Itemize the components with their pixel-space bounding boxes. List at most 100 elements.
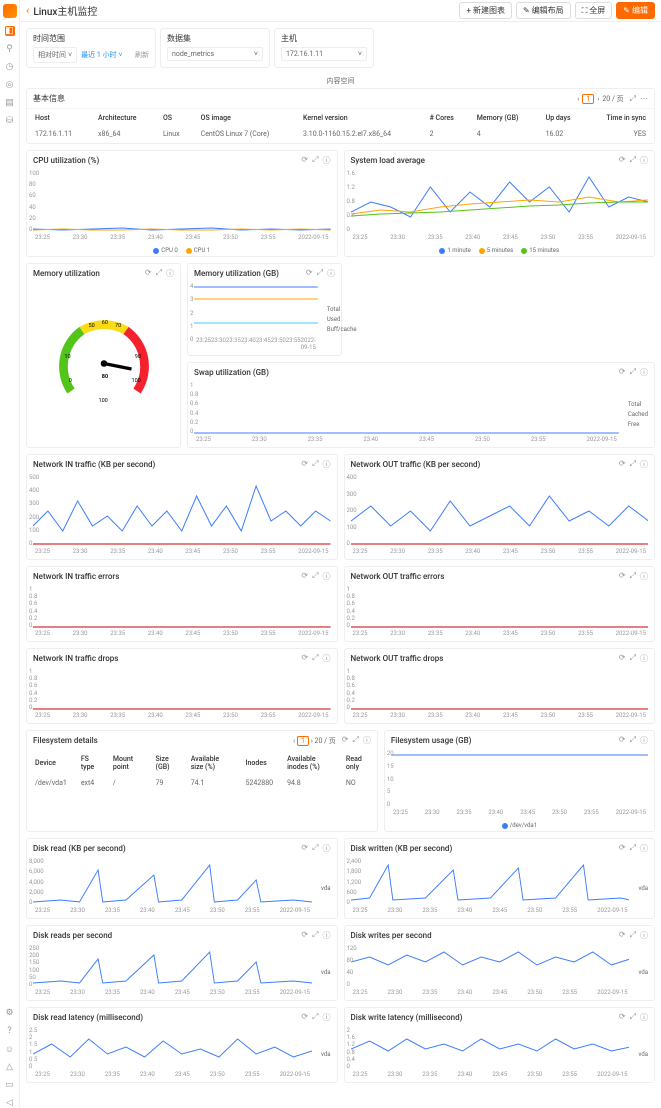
edit-label: 编辑	[632, 5, 648, 16]
panel-fs-usage: Filesystem usage (GB)⟳⤢ⓘ 2015105023:2523…	[384, 730, 655, 832]
refresh-icon[interactable]: ⟳	[619, 1012, 626, 1023]
nav-bell-icon[interactable]: △	[5, 1062, 15, 1072]
expand-icon[interactable]: ⤢	[312, 571, 318, 582]
expand-icon[interactable]: ⤢	[630, 459, 636, 470]
nav-doc-icon[interactable]: ▭	[5, 1080, 15, 1090]
refresh-icon[interactable]: ⟳	[301, 459, 308, 470]
refresh-icon[interactable]: ⟳	[619, 367, 626, 378]
refresh-icon[interactable]: ⟳	[306, 268, 313, 279]
refresh-icon[interactable]: ⟳	[301, 653, 308, 664]
more-icon[interactable]: ⓘ	[327, 268, 335, 279]
expand-icon[interactable]: ⤢	[312, 1012, 318, 1023]
nav-gear-icon[interactable]: ⚙	[5, 1008, 15, 1018]
more-icon[interactable]: ⓘ	[323, 571, 331, 582]
refresh-icon[interactable]: ⟳	[619, 735, 626, 746]
panel-swap: Swap utilization (GB)⟳⤢ⓘ 10.80.60.40.20 …	[187, 362, 655, 448]
more-icon[interactable]: ⓘ	[323, 155, 331, 166]
expand-icon[interactable]: ⤢	[630, 653, 636, 664]
expand-icon[interactable]: ⤢	[312, 155, 318, 166]
refresh-icon[interactable]: ⟳	[145, 268, 152, 279]
filter-host: 主机 172.16.1.11 ˅	[274, 28, 374, 68]
more-icon[interactable]: ⓘ	[640, 155, 648, 166]
more-icon[interactable]: ⓘ	[640, 571, 648, 582]
expand-icon[interactable]: ⤢	[630, 843, 636, 854]
expand-icon[interactable]: ⤢	[630, 155, 636, 166]
expand-icon[interactable]: ⤢	[630, 94, 636, 104]
nav-clock-icon[interactable]: ◷	[5, 62, 15, 72]
basic-info-title: 基本信息	[33, 93, 577, 104]
expand-icon[interactable]: ⤢	[312, 653, 318, 664]
expand-icon[interactable]: ⤢	[630, 735, 636, 746]
time-refresh-link[interactable]: 刷新	[135, 50, 149, 60]
expand-icon[interactable]: ⤢	[630, 1012, 636, 1023]
more-icon[interactable]: ⓘ	[323, 653, 331, 664]
nav-magnify-icon[interactable]: ⚲	[5, 44, 15, 54]
refresh-icon[interactable]: ⟳	[301, 843, 308, 854]
nav-target-icon[interactable]: ◎	[5, 80, 15, 90]
nav-collapse-icon[interactable]: ◁	[5, 1098, 15, 1108]
new-chart-label: 新建图表	[473, 5, 505, 16]
chart-load: 1.61.20.80.40 23:2523:3023:3523:4023:452…	[345, 170, 655, 245]
refresh-icon[interactable]: ⟳	[301, 155, 308, 166]
panel-disk-read: Disk read (KB per second)⟳⤢ⓘ 8,0006,0004…	[26, 838, 338, 919]
time-recent-link[interactable]: 最近 1 小时 ˅	[81, 50, 123, 60]
refresh-icon[interactable]: ⟳	[619, 155, 626, 166]
edit-layout-button[interactable]: ✎ 编辑布局	[516, 2, 571, 19]
logo-icon[interactable]	[3, 4, 17, 18]
dataset-select[interactable]: node_metrics ˅	[167, 47, 263, 61]
expand-icon[interactable]: ⤢	[312, 459, 318, 470]
refresh-icon[interactable]: ⟳	[301, 930, 308, 941]
page-title: Linux主机监控	[33, 3, 455, 18]
nav-help-icon[interactable]: ?	[5, 1026, 15, 1036]
refresh-icon[interactable]: ⟳	[619, 653, 626, 664]
edit-button[interactable]: ✎ 编辑	[616, 2, 655, 19]
new-chart-button[interactable]: + 新建图表	[459, 2, 512, 19]
more-icon[interactable]: ⓘ	[640, 843, 648, 854]
more-icon[interactable]: ⓘ	[323, 930, 331, 941]
expand-icon[interactable]: ⤢	[352, 735, 358, 746]
nav-db-icon[interactable]: ⛁	[5, 116, 15, 126]
refresh-icon[interactable]: ⟳	[619, 459, 626, 470]
fullscreen-button[interactable]: ⛶ 全屏	[575, 2, 613, 19]
expand-icon[interactable]: ⤢	[317, 268, 323, 279]
more-icon[interactable]: ⓘ	[640, 653, 648, 664]
expand-icon[interactable]: ⤢	[630, 367, 636, 378]
refresh-icon[interactable]: ⟳	[619, 843, 626, 854]
more-icon[interactable]: ⓘ	[323, 1012, 331, 1023]
more-icon[interactable]: ⓘ	[323, 843, 331, 854]
panel-disk-write-lat: Disk write latency (millisecond)⟳⤢ⓘ 21.6…	[344, 1007, 656, 1083]
expand-icon[interactable]: ⤢	[630, 571, 636, 582]
nav-user-icon[interactable]: ☺	[5, 1044, 15, 1054]
more-icon[interactable]: ⓘ	[166, 268, 174, 279]
back-icon[interactable]: ‹	[26, 4, 29, 17]
expand-icon[interactable]: ⤢	[630, 930, 636, 941]
tabbar[interactable]: 内容空间	[20, 74, 661, 88]
host-select[interactable]: 172.16.1.11 ˅	[281, 47, 367, 61]
chart-net-in-err: 10.80.60.40.2023:2523:3023:3523:4023:452…	[27, 586, 337, 641]
panel-title: Memory utilization	[33, 269, 145, 278]
more-icon[interactable]: ⓘ	[640, 735, 648, 746]
nav-dashboard-icon[interactable]: ◧	[5, 26, 15, 36]
more-icon[interactable]: ⓘ	[363, 735, 371, 746]
refresh-icon[interactable]: ⟳	[301, 571, 308, 582]
panel-fs-details: Filesystem details ‹ 1 › 20 / 页 ⟳⤢ⓘ Devi…	[26, 730, 378, 832]
more-icon[interactable]: ⓘ	[640, 459, 648, 470]
more-icon[interactable]: ⋯	[640, 94, 648, 104]
more-icon[interactable]: ⓘ	[640, 930, 648, 941]
expand-icon[interactable]: ⤢	[312, 930, 318, 941]
expand-icon[interactable]: ⤢	[156, 268, 162, 279]
refresh-icon[interactable]: ⟳	[619, 571, 626, 582]
more-icon[interactable]: ⓘ	[640, 1012, 648, 1023]
nav-layers-icon[interactable]: ▤	[5, 98, 15, 108]
refresh-icon[interactable]: ⟳	[342, 735, 349, 746]
basic-info-pager[interactable]: ‹ 1 › 20 / 页	[577, 94, 623, 104]
svg-text:90: 90	[134, 354, 140, 360]
time-relative-select[interactable]: 相对时间 ˅	[33, 47, 77, 63]
refresh-icon[interactable]: ⟳	[301, 1012, 308, 1023]
fs-pager[interactable]: ‹ 1 › 20 / 页	[293, 736, 336, 746]
panel-title: Network OUT traffic (KB per second)	[351, 460, 619, 469]
more-icon[interactable]: ⓘ	[640, 367, 648, 378]
more-icon[interactable]: ⓘ	[323, 459, 331, 470]
expand-icon[interactable]: ⤢	[312, 843, 318, 854]
refresh-icon[interactable]: ⟳	[619, 930, 626, 941]
